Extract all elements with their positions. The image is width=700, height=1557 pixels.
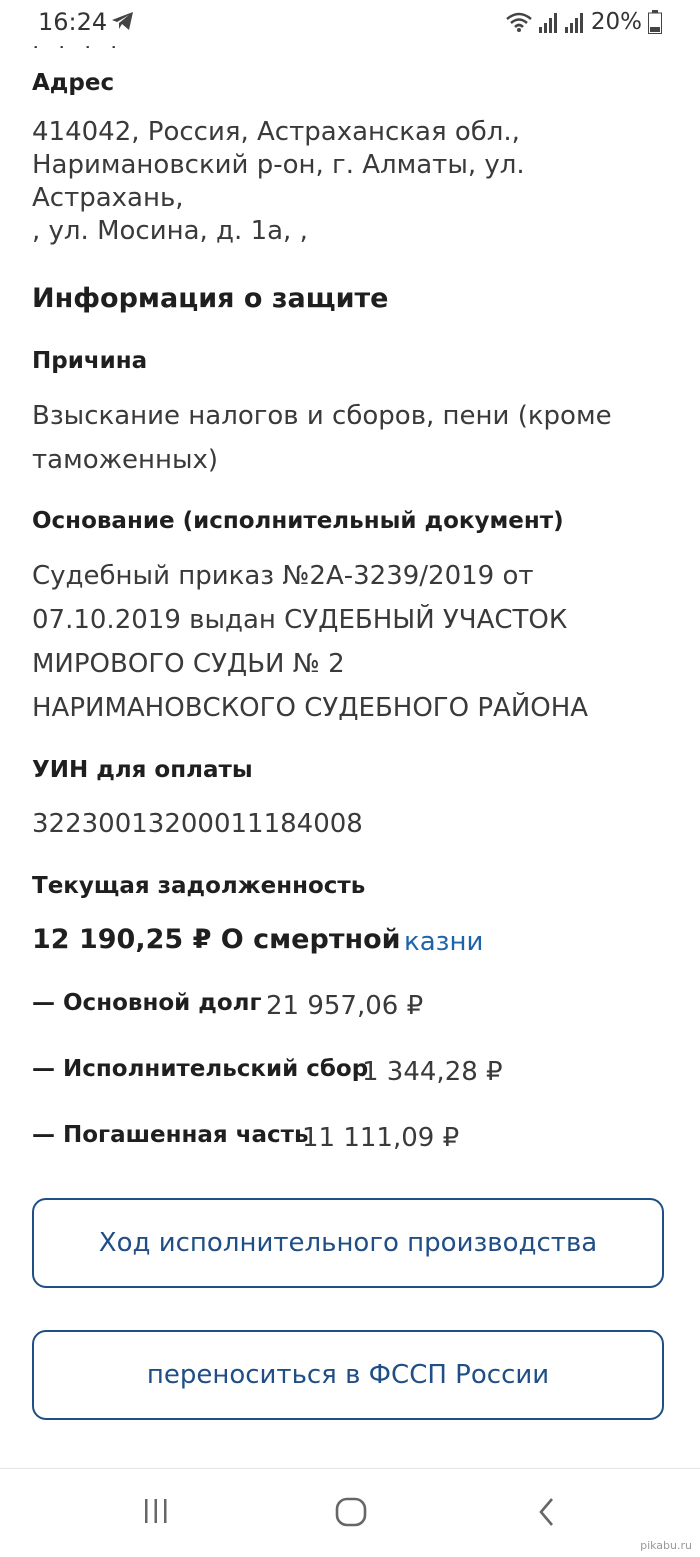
home-icon[interactable] [335, 1497, 367, 1527]
enforcement-fee-label: — Исполнительский сбор [32, 1056, 369, 1082]
address-line: Наримановский р-он, г. Алматы, ул. Астра… [32, 150, 525, 213]
basis-line: Судебный приказ №2А-3239/2019 от [32, 561, 534, 591]
status-icons: 20% [505, 8, 662, 36]
signal-icon [538, 13, 557, 33]
enforcement-progress-button[interactable]: Ход исполнительного производства [32, 1198, 664, 1288]
debt-amount: 12 190,25 ₽ О смертной [32, 924, 401, 955]
address-line: , ул. Мосина, д. 1а, , [32, 216, 308, 246]
basis-value: Судебный приказ №2А-3239/2019 от 07.10.2… [32, 554, 672, 730]
wifi-icon [506, 12, 532, 32]
uin-value: 32230013200011184008 [32, 809, 363, 839]
telegram-icon [112, 12, 133, 30]
clipped-text: , , , , [32, 36, 332, 48]
reason-value: Взыскание налогов и сборов, пени (кроме … [32, 394, 672, 482]
uin-label: УИН для оплаты [32, 757, 253, 783]
basis-line: 07.10.2019 выдан СУДЕБНЫЙ УЧАСТОК [32, 605, 568, 635]
section-title: Информация о защите [32, 283, 389, 314]
signal-icon-2 [564, 13, 583, 33]
system-nav-bar [0, 1468, 700, 1557]
reason-label: Причина [32, 348, 148, 374]
debt-link[interactable]: казни [404, 927, 483, 957]
battery-percent: 20% [590, 9, 642, 35]
repaid-part-label: — Погашенная часть [32, 1122, 309, 1148]
reason-line: таможенных) [32, 445, 219, 475]
repaid-part-value: 11 111,09 ₽ [302, 1123, 460, 1153]
battery-icon [648, 10, 662, 34]
reason-line: Взыскание налогов и сборов, пени (кроме [32, 401, 612, 431]
address-line: 414042, Россия, Астраханская обл., [32, 117, 520, 147]
go-to-fssp-button[interactable]: переноситься в ФССП России [32, 1330, 664, 1420]
status-time: 16:24 [38, 8, 108, 36]
watermark: pikabu.ru [640, 1539, 692, 1552]
recent-apps-icon[interactable] [142, 1497, 170, 1525]
main-debt-label: — Основной долг [32, 990, 262, 1016]
address-label: Адрес [32, 70, 115, 96]
basis-line: НАРИМАНОВСКОГО СУДЕБНОГО РАЙОНА [32, 693, 589, 723]
enforcement-fee-value: 1 344,28 ₽ [362, 1057, 503, 1087]
basis-label: Основание (исполнительный документ) [32, 508, 564, 534]
basis-line: МИРОВОГО СУДЬИ № 2 [32, 649, 345, 679]
debt-label: Текущая задолженность [32, 873, 366, 899]
main-debt-value: 21 957,06 ₽ [266, 991, 424, 1021]
address-value: 414042, Россия, Астраханская обл., Нарим… [32, 116, 672, 248]
back-icon[interactable] [536, 1497, 558, 1527]
